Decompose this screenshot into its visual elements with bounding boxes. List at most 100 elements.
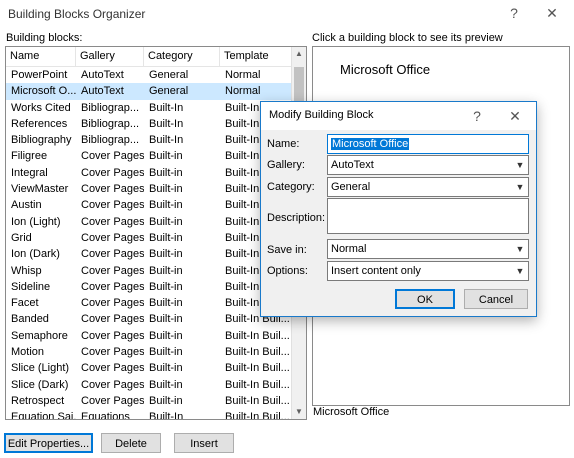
title-bar: Building Blocks Organizer ? ✕ [0, 0, 574, 28]
table-row[interactable]: ViewMaster Cover Pages Built-in Built-In [6, 181, 292, 197]
table-row[interactable]: Facet Cover Pages Built-in Built-In [6, 295, 292, 311]
table-row[interactable]: Filigree Cover Pages Built-in Built-In [6, 148, 292, 164]
table-cell: Ion (Dark) [11, 248, 60, 261]
table-cell: Cover Pages [81, 313, 144, 326]
table-cell: Integral [11, 166, 48, 179]
table-cell: Built-in [149, 264, 183, 277]
table-cell: Built-In Buil... [225, 411, 290, 420]
dialog-title-bar: Modify Building Block ? ✕ [261, 102, 536, 130]
table-cell: Slice (Dark) [11, 378, 69, 391]
chevron-down-icon[interactable]: ▼ [512, 156, 528, 174]
table-cell: Austin [11, 199, 42, 212]
table-cell: Normal [225, 85, 261, 98]
table-cell: Built-in [149, 248, 183, 261]
table-cell: Banded [11, 313, 49, 326]
table-cell: Built-In Buil... [225, 378, 290, 391]
table-cell: Built-in [149, 231, 183, 244]
table-cell: Cover Pages [81, 346, 144, 359]
edit-properties-button[interactable]: Edit Properties... [4, 433, 93, 453]
gallery-label: Gallery: [267, 159, 305, 171]
save-in-combo[interactable]: Normal ▼ [327, 239, 529, 259]
table-row[interactable]: Equation Sai... Equations Built-In Built-In… [6, 409, 292, 420]
table-cell: AutoText [81, 69, 124, 81]
preview-label: Click a building block to see its previe… [312, 32, 503, 44]
table-cell: Built-in [149, 150, 183, 163]
table-cell: Built-in [149, 215, 183, 228]
table-row[interactable]: Banded Cover Pages Built-in Built-In Buil..… [6, 311, 292, 327]
table-cell: Bibliograp... [81, 101, 140, 114]
table-cell: Cover Pages [81, 394, 144, 407]
table-row[interactable]: References Bibliograp... Built-In Built-In [6, 116, 292, 132]
insert-button[interactable]: Insert [174, 433, 234, 453]
options-combo[interactable]: Insert content only ▼ [327, 261, 529, 281]
table-cell: Ion (Light) [11, 215, 61, 228]
table-cell: Slice (Light) [11, 362, 70, 375]
close-button[interactable]: ✕ [536, 2, 568, 24]
table-row[interactable]: Sideline Cover Pages Built-in Built-In [6, 279, 292, 295]
chevron-down-icon[interactable]: ▼ [512, 178, 528, 196]
gallery-combo[interactable]: AutoText ▼ [327, 155, 529, 175]
table-row[interactable]: Bibliography Bibliograp... Built-In Built-I… [6, 132, 292, 148]
dialog-title: Modify Building Block [269, 109, 374, 121]
scroll-up-icon[interactable]: ▲ [292, 47, 306, 61]
dialog-close-button[interactable]: ✕ [499, 105, 531, 127]
help-button[interactable]: ? [498, 2, 530, 24]
gallery-value: AutoText [331, 159, 374, 171]
table-row[interactable]: Austin Cover Pages Built-in Built-In [6, 197, 292, 213]
table-cell: Built-In Buil... [225, 394, 290, 407]
table-row[interactable]: Retrospect Cover Pages Built-in Built-In Bu… [6, 393, 292, 409]
table-row[interactable]: Ion (Dark) Cover Pages Built-in Built-In [6, 246, 292, 262]
table-cell: Built-In Buil... [225, 329, 290, 342]
table-row[interactable]: Slice (Light) Cover Pages Built-in Built-In… [6, 360, 292, 376]
dialog-help-button[interactable]: ? [461, 105, 493, 127]
table-cell: Equations [81, 411, 130, 420]
column-header-category[interactable]: Category [144, 47, 220, 66]
options-label: Options: [267, 265, 308, 277]
list-header: Name Gallery Category Template [6, 47, 292, 67]
table-cell: Retrospect [11, 394, 65, 407]
ok-button[interactable]: OK [395, 289, 455, 309]
table-row[interactable]: Grid Cover Pages Built-in Built-In [6, 230, 292, 246]
modify-building-block-dialog: Modify Building Block ? ✕ Name: Microsof… [260, 101, 537, 317]
table-cell: Microsoft O... [11, 85, 76, 98]
table-cell: Cover Pages [81, 150, 144, 163]
table-cell: Filigree [11, 150, 48, 163]
table-cell: Built-In [149, 134, 184, 147]
table-row[interactable]: PowerPoint AutoText General Normal [6, 67, 292, 83]
column-header-template[interactable]: Template [220, 47, 292, 66]
table-cell: Built-in [149, 394, 183, 407]
table-cell: Sideline [11, 280, 51, 293]
table-row[interactable]: Whisp Cover Pages Built-in Built-In [6, 263, 292, 279]
table-cell: Built-in [149, 297, 183, 310]
table-cell: Cover Pages [81, 231, 144, 244]
save-in-label: Save in: [267, 244, 307, 256]
scroll-down-icon[interactable]: ▼ [292, 405, 306, 419]
table-cell: Equation Sai... [11, 411, 76, 420]
table-cell: Built-In Buil... [225, 346, 290, 359]
list-rows: PowerPoint AutoText General Normal Microsoft… [6, 67, 292, 420]
cancel-button[interactable]: Cancel [464, 289, 528, 309]
table-row[interactable]: Works Cited Bibliograp... Built-In Built-In [6, 100, 292, 116]
table-cell: PowerPoint [11, 69, 68, 81]
description-field[interactable] [327, 198, 529, 234]
table-cell: Facet [11, 297, 39, 310]
delete-button[interactable]: Delete [101, 433, 161, 453]
chevron-down-icon[interactable]: ▼ [512, 262, 528, 280]
table-cell: Built-In Buil... [225, 362, 290, 375]
table-row[interactable]: Slice (Dark) Cover Pages Built-in Built-In … [6, 377, 292, 393]
table-row[interactable]: Ion (Light) Cover Pages Built-in Built-In [6, 214, 292, 230]
table-row[interactable]: Microsoft O... AutoText General Normal [6, 83, 292, 100]
column-header-name[interactable]: Name [6, 47, 76, 66]
table-row[interactable]: Semaphore Cover Pages Built-in Built-In Bui… [6, 328, 292, 344]
chevron-down-icon[interactable]: ▼ [512, 240, 528, 258]
table-row[interactable]: Motion Cover Pages Built-in Built-In Buil..… [6, 344, 292, 360]
table-cell: Motion [11, 346, 45, 359]
table-row[interactable]: Integral Cover Pages Built-in Built-In [6, 165, 292, 181]
category-combo[interactable]: General ▼ [327, 177, 529, 197]
save-in-value: Normal [331, 243, 367, 255]
table-cell: Cover Pages [81, 199, 144, 212]
preview-text: Microsoft Office [340, 62, 431, 77]
table-cell: Bibliograp... [81, 117, 140, 130]
name-field[interactable]: Microsoft Office [327, 134, 529, 154]
column-header-gallery[interactable]: Gallery [76, 47, 144, 66]
